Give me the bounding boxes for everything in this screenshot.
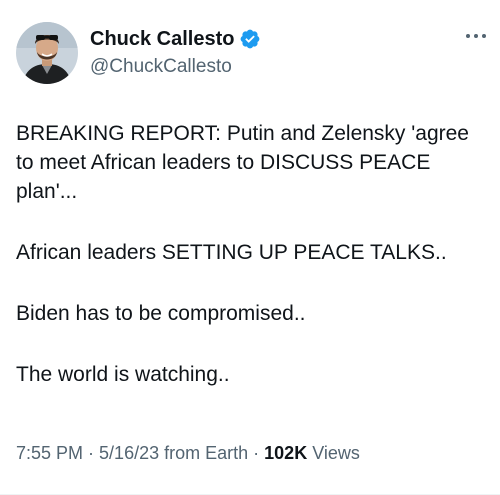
views-count: 102K [264,443,308,463]
tweet-paragraph: BREAKING REPORT: Putin and Zelensky 'agr… [16,122,469,203]
meta-separator: · [248,443,265,463]
tweet-paragraph: The world is watching.. [16,363,230,386]
author-name-row[interactable]: Chuck Callesto [90,27,261,51]
verified-badge-icon [239,28,261,50]
tweet-paragraph: African leaders SETTING UP PEACE TALKS.. [16,241,447,264]
tweet-text: BREAKING REPORT: Putin and Zelensky 'agr… [16,119,486,421]
tweet-source: from Earth [164,443,249,463]
author-display-name[interactable]: Chuck Callesto [90,27,234,51]
tweet-date: 5/16/23 [99,443,160,463]
tweet-meta: 7:55 PM · 5/16/23 from Earth · 102K View… [16,441,360,465]
profile-photo-icon [16,22,78,84]
avatar[interactable] [16,22,78,84]
more-options-icon[interactable] [462,26,490,46]
tweet-card: Chuck Callesto @ChuckCallesto BREAKING R… [0,0,500,495]
tweet-paragraph: Biden has to be compromised.. [16,302,306,325]
tweet-time: 7:55 PM [16,443,84,463]
views-label: Views [312,443,360,463]
author-handle[interactable]: @ChuckCallesto [90,55,232,79]
meta-separator: · [83,443,100,463]
views-link[interactable]: 102K Views [264,443,360,463]
tweet-timestamp[interactable]: 7:55 PM · 5/16/23 [16,443,159,463]
